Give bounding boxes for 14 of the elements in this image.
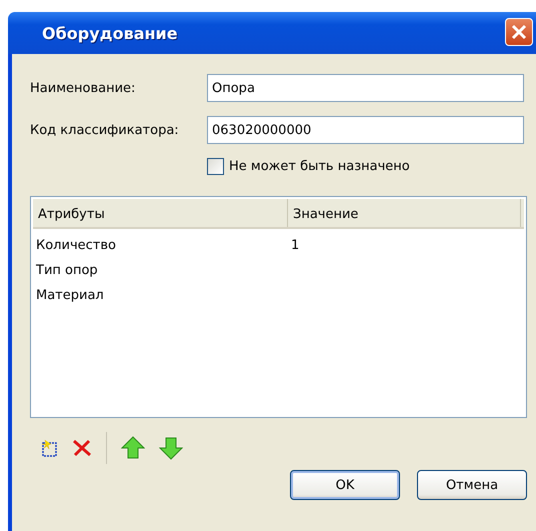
field-label: Наименование: [30,80,136,96]
table-cell-text: Количество [35,238,117,253]
field-label: Код классификатора: [30,122,180,138]
text-field[interactable]: Опора [207,74,524,102]
table-cell-text: 1 [290,238,300,253]
table-cell-text: Тип опор [35,263,99,278]
ok-button[interactable]: OK [290,470,400,500]
column-header[interactable]: Значение [288,199,521,227]
window-title: Оборудование [42,24,178,42]
checkbox-label: Не может быть назначено [229,158,410,174]
text-field[interactable]: 063020000000 [207,116,524,144]
table-cell-text: Материал [35,288,105,303]
column-header[interactable]: Атрибуты [33,199,288,227]
cancel-button[interactable]: Отмена [417,470,527,500]
